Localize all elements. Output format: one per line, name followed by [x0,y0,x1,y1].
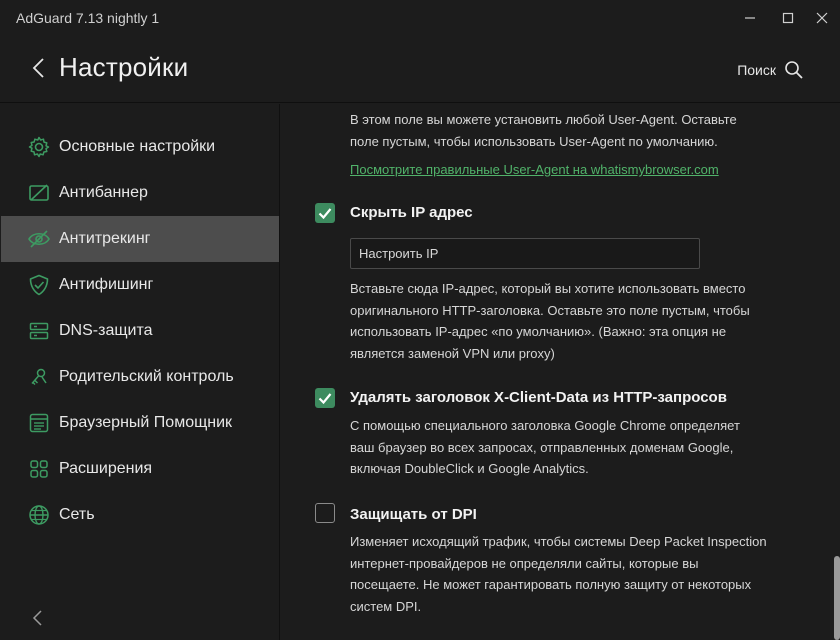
eye-off-icon [27,227,51,251]
close-icon [816,12,828,24]
dpi-checkbox[interactable] [315,503,335,523]
desc-line: систем DPI. [350,598,422,614]
title-bar: AdGuard 7.13 nightly 1 [0,0,840,36]
user-agent-description: В этом поле вы можете установить любой U… [350,109,780,152]
sidebar-item-label: Браузерный Помощник [59,414,233,431]
search-icon [785,61,803,79]
hide-ip-description: Вставьте сюда IP-адрес, который вы хотит… [350,278,780,364]
sidebar-item-antitracking[interactable]: Антитрекинг [1,216,279,262]
dpi-title: Защищать от DPI [350,506,477,523]
sidebar-item-antibanner[interactable]: Антибаннер [1,170,279,216]
sidebar-item-antiphishing[interactable]: Антифишинг [1,262,279,308]
sidebar-item-general[interactable]: Основные настройки [1,124,279,170]
sidebar-item-label: Антифишинг [59,276,154,293]
minimize-icon [745,17,755,19]
desc-line: посещаете. Не может гарантировать полную… [350,577,752,592]
x-client-data-checkbox[interactable] [315,388,335,408]
scrollbar[interactable] [834,556,840,640]
checkmark-icon [318,393,332,405]
dpi-description: Изменяет исходящий трафик, чтобы системы… [350,531,780,617]
x-client-data-title: Удалять заголовок X-Client-Data из HTTP-… [350,389,727,406]
window-title: AdGuard 7.13 nightly 1 [16,10,160,26]
desc-line: Вставьте сюда IP-адрес, который вы хотит… [350,281,746,296]
sidebar-item-browser-assistant[interactable]: Браузерный Помощник [1,400,279,446]
server-icon [27,319,51,343]
grid-icon [27,457,51,481]
globe-icon [27,503,51,527]
page-title: Настройки [59,52,189,82]
sidebar-item-dns[interactable]: DNS-защита [1,308,279,354]
maximize-button[interactable] [778,8,798,28]
hide-ip-title: Скрыть IP адрес [350,204,473,221]
ip-address-input[interactable]: Настроить IP [350,238,700,269]
sidebar-item-label: Родительский контроль [59,368,234,385]
sidebar-item-label: Основные настройки [59,138,216,155]
chevron-left-icon [32,58,44,78]
desc-line: включая DoubleClick и Google Analytics. [350,461,589,476]
close-button[interactable] [812,8,832,28]
search-label: Поиск [737,62,776,78]
sidebar-item-label: Расширения [59,460,153,477]
desc-line: С помощью специального заголовка Google … [350,418,740,433]
page-header: Настройки Поиск [0,36,840,103]
desc-line: поле пустым, чтобы использовать User-Age… [350,133,718,149]
desc-line: является заменой VPN или proxy) [350,345,555,361]
desc-line: ваш браузер во всех запросах, отправленн… [350,439,734,455]
desc-line: В этом поле вы можете установить любой U… [350,112,737,127]
sidebar-item-label: Сеть [59,506,95,523]
ad-block-icon [27,181,51,205]
gear-icon [27,135,51,159]
browser-window-icon [27,411,51,435]
sidebar-item-label: Антибаннер [59,184,148,201]
desc-line: использовать IP-адрес «по умолчанию». (В… [350,324,727,339]
shield-check-icon [27,273,51,297]
desc-line: интернет-провайдеров не определяли сайты… [350,555,699,571]
sidebar-item-label: DNS-защита [59,322,153,339]
sidebar-item-extensions[interactable]: Расширения [1,446,279,492]
hide-ip-checkbox[interactable] [315,203,335,223]
parental-control-icon [27,365,51,389]
sidebar-item-label: Антитрекинг [59,230,151,247]
search-button[interactable]: Поиск [737,58,804,82]
desc-line: Изменяет исходящий трафик, чтобы системы… [350,534,767,549]
x-client-data-description: С помощью специального заголовка Google … [350,415,780,480]
checkmark-icon [318,208,332,220]
desc-line: оригинального HTTP-заголовка. Оставьте э… [350,302,750,318]
sidebar: Основные настройки Антибаннер Антитрекин… [0,104,280,640]
collapse-sidebar-button[interactable] [30,608,46,628]
sidebar-item-parental-control[interactable]: Родительский контроль [1,354,279,400]
sidebar-item-network[interactable]: Сеть [1,492,279,538]
user-agent-link[interactable]: Посмотрите правильные User-Agent на what… [350,162,719,177]
chevron-left-icon [32,610,42,626]
back-button[interactable] [28,56,50,80]
minimize-button[interactable] [740,8,760,28]
maximize-icon [782,12,794,24]
settings-content: В этом поле вы можете установить любой U… [281,104,840,640]
